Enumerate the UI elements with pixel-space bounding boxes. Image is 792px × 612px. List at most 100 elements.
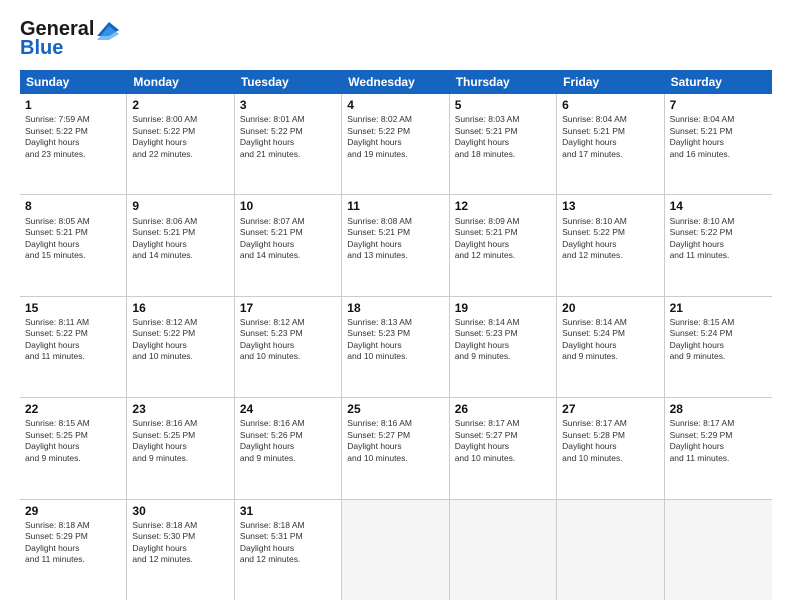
day-number: 20: [562, 300, 658, 316]
day-number: 27: [562, 401, 658, 417]
table-row: [665, 500, 772, 600]
table-row: 1Sunrise: 7:59 AMSunset: 5:22 PMDaylight…: [20, 94, 127, 194]
table-row: 3Sunrise: 8:01 AMSunset: 5:22 PMDaylight…: [235, 94, 342, 194]
cell-info: Sunrise: 8:07 AMSunset: 5:21 PMDaylight …: [240, 216, 305, 260]
day-number: 16: [132, 300, 228, 316]
cell-info: Sunrise: 8:12 AMSunset: 5:23 PMDaylight …: [240, 317, 305, 361]
day-number: 2: [132, 97, 228, 113]
logo-text-blue: Blue: [20, 37, 63, 60]
cell-info: Sunrise: 8:05 AMSunset: 5:21 PMDaylight …: [25, 216, 90, 260]
table-row: 9Sunrise: 8:06 AMSunset: 5:21 PMDaylight…: [127, 195, 234, 295]
cell-info: Sunrise: 8:08 AMSunset: 5:21 PMDaylight …: [347, 216, 412, 260]
header-day-friday: Friday: [557, 70, 664, 94]
calendar-row-3: 15Sunrise: 8:11 AMSunset: 5:22 PMDayligh…: [20, 297, 772, 398]
cell-info: Sunrise: 8:16 AMSunset: 5:26 PMDaylight …: [240, 418, 305, 462]
cell-info: Sunrise: 8:18 AMSunset: 5:30 PMDaylight …: [132, 520, 197, 564]
table-row: 4Sunrise: 8:02 AMSunset: 5:22 PMDaylight…: [342, 94, 449, 194]
cell-info: Sunrise: 8:04 AMSunset: 5:21 PMDaylight …: [562, 114, 627, 158]
table-row: 20Sunrise: 8:14 AMSunset: 5:24 PMDayligh…: [557, 297, 664, 397]
cell-info: Sunrise: 8:14 AMSunset: 5:24 PMDaylight …: [562, 317, 627, 361]
cell-info: Sunrise: 8:13 AMSunset: 5:23 PMDaylight …: [347, 317, 412, 361]
day-number: 12: [455, 198, 551, 214]
cell-info: Sunrise: 8:04 AMSunset: 5:21 PMDaylight …: [670, 114, 735, 158]
table-row: 27Sunrise: 8:17 AMSunset: 5:28 PMDayligh…: [557, 398, 664, 498]
table-row: 30Sunrise: 8:18 AMSunset: 5:30 PMDayligh…: [127, 500, 234, 600]
header-day-saturday: Saturday: [665, 70, 772, 94]
cell-info: Sunrise: 7:59 AMSunset: 5:22 PMDaylight …: [25, 114, 90, 158]
cell-info: Sunrise: 8:14 AMSunset: 5:23 PMDaylight …: [455, 317, 520, 361]
calendar-row-2: 8 Sunrise: 8:05 AMSunset: 5:21 PMDaylight…: [20, 195, 772, 296]
day-number: 23: [132, 401, 228, 417]
day-number: 18: [347, 300, 443, 316]
table-row: 25Sunrise: 8:16 AMSunset: 5:27 PMDayligh…: [342, 398, 449, 498]
table-row: 11 Sunrise: 8:08 AMSunset: 5:21 PMDayligh…: [342, 195, 449, 295]
table-row: [342, 500, 449, 600]
logo-arrow-icon: [97, 22, 119, 40]
day-number: 31: [240, 503, 336, 519]
day-number: 9: [132, 198, 228, 214]
cell-info: Sunrise: 8:02 AMSunset: 5:22 PMDaylight …: [347, 114, 412, 158]
day-number: 21: [670, 300, 767, 316]
table-row: 22Sunrise: 8:15 AMSunset: 5:25 PMDayligh…: [20, 398, 127, 498]
calendar-body: 1Sunrise: 7:59 AMSunset: 5:22 PMDaylight…: [20, 94, 772, 600]
day-number: 30: [132, 503, 228, 519]
day-number: 6: [562, 97, 658, 113]
calendar: SundayMondayTuesdayWednesdayThursdayFrid…: [20, 70, 772, 600]
day-number: 10: [240, 198, 336, 214]
header-day-monday: Monday: [127, 70, 234, 94]
cell-info: Sunrise: 8:17 AMSunset: 5:29 PMDaylight …: [670, 418, 735, 462]
day-number: 24: [240, 401, 336, 417]
table-row: 15Sunrise: 8:11 AMSunset: 5:22 PMDayligh…: [20, 297, 127, 397]
day-number: 17: [240, 300, 336, 316]
table-row: 29Sunrise: 8:18 AMSunset: 5:29 PMDayligh…: [20, 500, 127, 600]
header: General Blue: [20, 18, 772, 60]
table-row: 13Sunrise: 8:10 AMSunset: 5:22 PMDayligh…: [557, 195, 664, 295]
cell-info: Sunrise: 8:09 AMSunset: 5:21 PMDaylight …: [455, 216, 520, 260]
logo: General Blue: [20, 18, 119, 60]
table-row: 21Sunrise: 8:15 AMSunset: 5:24 PMDayligh…: [665, 297, 772, 397]
day-number: 1: [25, 97, 121, 113]
day-number: 11: [347, 198, 443, 214]
cell-info: Sunrise: 8:03 AMSunset: 5:21 PMDaylight …: [455, 114, 520, 158]
day-number: 15: [25, 300, 121, 316]
calendar-row-1: 1Sunrise: 7:59 AMSunset: 5:22 PMDaylight…: [20, 94, 772, 195]
table-row: 14Sunrise: 8:10 AMSunset: 5:22 PMDayligh…: [665, 195, 772, 295]
table-row: 8 Sunrise: 8:05 AMSunset: 5:21 PMDaylight…: [20, 195, 127, 295]
table-row: 7Sunrise: 8:04 AMSunset: 5:21 PMDaylight…: [665, 94, 772, 194]
day-number: 4: [347, 97, 443, 113]
cell-info: Sunrise: 8:10 AMSunset: 5:22 PMDaylight …: [670, 216, 735, 260]
table-row: 12 Sunrise: 8:09 AMSunset: 5:21 PMDayligh…: [450, 195, 557, 295]
cell-info: Sunrise: 8:17 AMSunset: 5:27 PMDaylight …: [455, 418, 520, 462]
table-row: 5Sunrise: 8:03 AMSunset: 5:21 PMDaylight…: [450, 94, 557, 194]
day-number: 8: [25, 198, 121, 214]
cell-info: Sunrise: 8:16 AMSunset: 5:27 PMDaylight …: [347, 418, 412, 462]
table-row: 17Sunrise: 8:12 AMSunset: 5:23 PMDayligh…: [235, 297, 342, 397]
table-row: 28Sunrise: 8:17 AMSunset: 5:29 PMDayligh…: [665, 398, 772, 498]
header-day-sunday: Sunday: [20, 70, 127, 94]
table-row: 19Sunrise: 8:14 AMSunset: 5:23 PMDayligh…: [450, 297, 557, 397]
cell-info: Sunrise: 8:15 AMSunset: 5:24 PMDaylight …: [670, 317, 735, 361]
calendar-header: SundayMondayTuesdayWednesdayThursdayFrid…: [20, 70, 772, 94]
cell-info: Sunrise: 8:18 AMSunset: 5:29 PMDaylight …: [25, 520, 90, 564]
day-number: 29: [25, 503, 121, 519]
cell-info: Sunrise: 8:12 AMSunset: 5:22 PMDaylight …: [132, 317, 197, 361]
day-number: 7: [670, 97, 767, 113]
table-row: 31Sunrise: 8:18 AMSunset: 5:31 PMDayligh…: [235, 500, 342, 600]
header-day-wednesday: Wednesday: [342, 70, 449, 94]
cell-info: Sunrise: 8:01 AMSunset: 5:22 PMDaylight …: [240, 114, 305, 158]
table-row: 16Sunrise: 8:12 AMSunset: 5:22 PMDayligh…: [127, 297, 234, 397]
cell-info: Sunrise: 8:16 AMSunset: 5:25 PMDaylight …: [132, 418, 197, 462]
table-row: [557, 500, 664, 600]
table-row: 10 Sunrise: 8:07 AMSunset: 5:21 PMDayligh…: [235, 195, 342, 295]
page: General Blue SundayMondayTuesdayWednesda…: [0, 0, 792, 612]
header-day-tuesday: Tuesday: [235, 70, 342, 94]
day-number: 22: [25, 401, 121, 417]
calendar-row-5: 29Sunrise: 8:18 AMSunset: 5:29 PMDayligh…: [20, 500, 772, 600]
calendar-row-4: 22Sunrise: 8:15 AMSunset: 5:25 PMDayligh…: [20, 398, 772, 499]
day-number: 19: [455, 300, 551, 316]
day-number: 13: [562, 198, 658, 214]
day-number: 25: [347, 401, 443, 417]
day-number: 5: [455, 97, 551, 113]
table-row: 23Sunrise: 8:16 AMSunset: 5:25 PMDayligh…: [127, 398, 234, 498]
cell-info: Sunrise: 8:17 AMSunset: 5:28 PMDaylight …: [562, 418, 627, 462]
